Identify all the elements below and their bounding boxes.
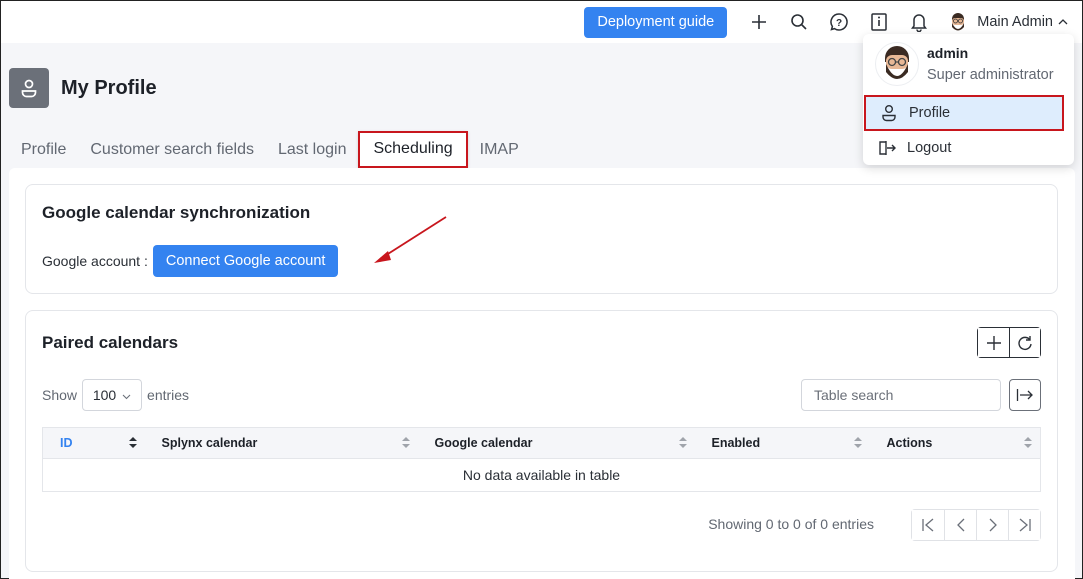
dropdown-role: Super administrator <box>927 67 1054 83</box>
tab-content: Google calendar synchronization Google a… <box>9 168 1075 579</box>
google-sync-title: Google calendar synchronization <box>42 203 311 222</box>
tab-profile[interactable]: Profile <box>9 132 78 168</box>
export-button[interactable] <box>1009 379 1041 411</box>
avatar <box>875 42 919 86</box>
column-header-splynx-calendar[interactable]: Splynx calendar <box>144 427 418 459</box>
first-page-icon <box>922 518 934 532</box>
column-label: Google calendar <box>434 436 533 450</box>
column-header-enabled[interactable]: Enabled <box>694 427 870 459</box>
sort-icon <box>678 437 687 451</box>
table-search-input[interactable] <box>801 379 1001 411</box>
user-icon <box>9 68 49 108</box>
user-name: Main Admin <box>977 14 1053 30</box>
menu-item-logout[interactable]: Logout <box>863 131 1074 165</box>
help-icon[interactable]: ? <box>826 9 852 35</box>
deployment-guide-button[interactable]: Deployment guide <box>584 6 728 38</box>
empty-table-message: No data available in table <box>42 458 1041 492</box>
refresh-button[interactable] <box>1009 328 1040 357</box>
avatar <box>947 11 969 33</box>
bell-icon[interactable] <box>906 9 932 35</box>
last-page-button[interactable] <box>1008 510 1040 540</box>
sort-icon <box>853 437 862 451</box>
page-title: My Profile <box>61 76 157 99</box>
column-header-actions[interactable]: Actions <box>869 427 1041 459</box>
export-arrow-icon <box>1016 389 1033 401</box>
show-label: Show <box>42 387 78 403</box>
paired-calendars-title: Paired calendars <box>42 333 179 352</box>
chevron-up-icon <box>1058 14 1068 30</box>
plus-icon[interactable] <box>746 9 772 35</box>
chevron-left-icon <box>956 518 964 532</box>
first-page-button[interactable] <box>912 510 944 540</box>
menu-item-profile[interactable]: Profile <box>864 95 1064 131</box>
connect-google-account-button[interactable]: Connect Google account <box>152 245 339 277</box>
google-account-label: Google account : <box>42 253 148 269</box>
table-info: Showing 0 to 0 of 0 entries <box>708 516 874 532</box>
plus-icon <box>986 335 1001 350</box>
user-icon <box>879 104 899 122</box>
column-header-google-calendar[interactable]: Google calendar <box>417 427 695 459</box>
table-row: No data available in table <box>42 458 1041 492</box>
table-actions-group <box>977 327 1041 358</box>
add-calendar-button[interactable] <box>978 328 1009 357</box>
chevron-right-icon <box>989 518 997 532</box>
column-label: Enabled <box>711 436 761 450</box>
tab-customer-search-fields[interactable]: Customer search fields <box>78 132 266 168</box>
column-label: ID <box>60 436 73 450</box>
column-label: Actions <box>886 436 933 450</box>
sort-icon <box>1024 437 1032 451</box>
entries-label: entries <box>147 387 190 403</box>
tab-imap[interactable]: IMAP <box>468 132 531 168</box>
user-menu-toggle[interactable]: Main Admin <box>947 11 1068 33</box>
refresh-icon <box>1018 335 1032 350</box>
dropdown-user-info: admin Super administrator <box>875 42 1054 86</box>
logout-icon <box>877 140 897 156</box>
annotation-arrow <box>374 216 447 263</box>
page-header: My Profile <box>9 68 157 108</box>
profile-tabs: Profile Customer search fields Last logi… <box>9 131 531 168</box>
page-length-select[interactable]: 100 <box>82 379 143 411</box>
pagination <box>911 509 1041 541</box>
sort-icon <box>401 437 410 451</box>
page-length-control: Show 100 entries <box>42 379 189 411</box>
paired-calendars-table: ID Splynx calendar Google calendar Enabl… <box>42 427 1041 492</box>
last-page-icon <box>1019 518 1031 532</box>
user-dropdown-menu: admin Super administrator Profile Logout <box>863 34 1074 165</box>
column-header-id[interactable]: ID <box>42 427 145 459</box>
tab-scheduling[interactable]: Scheduling <box>358 131 468 168</box>
menu-item-label: Profile <box>909 105 951 121</box>
svg-text:?: ? <box>836 18 842 29</box>
dropdown-username: admin <box>927 45 969 61</box>
page-length-value: 100 <box>92 387 117 403</box>
chevron-down-icon <box>122 387 131 403</box>
menu-item-label: Logout <box>907 140 952 156</box>
next-page-button[interactable] <box>976 510 1008 540</box>
google-sync-panel: Google calendar synchronization Google a… <box>25 184 1058 294</box>
tab-last-login[interactable]: Last login <box>266 132 359 168</box>
paired-calendars-panel: Paired calendars Show 100 entries Table … <box>25 310 1058 572</box>
sort-icon <box>128 437 137 451</box>
info-book-icon[interactable] <box>866 9 892 35</box>
column-label: Splynx calendar <box>161 436 258 450</box>
search-icon[interactable] <box>786 9 812 35</box>
previous-page-button[interactable] <box>944 510 976 540</box>
